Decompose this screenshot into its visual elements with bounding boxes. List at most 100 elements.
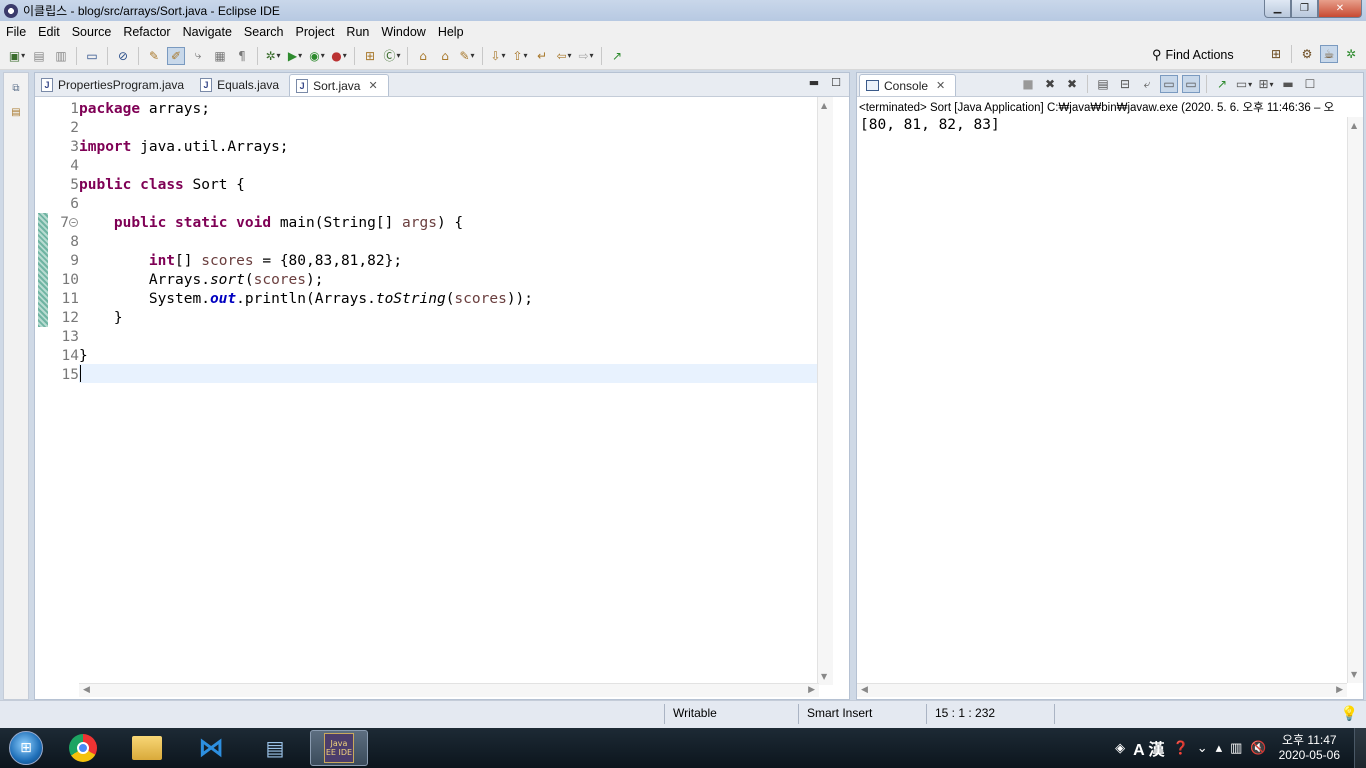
open-task-icon[interactable]: ⌂ [436, 47, 454, 65]
open-type-icon[interactable]: ⌂ [414, 47, 432, 65]
insert-mode-status[interactable]: Smart Insert [807, 706, 872, 720]
volume-muted-icon[interactable]: 🔇 [1250, 740, 1266, 756]
previous-annotation-icon[interactable]: ⇧ [511, 47, 529, 65]
last-edit-location-icon[interactable]: ↵ [533, 47, 551, 65]
tab-sort[interactable]: J Sort.java ✕ [289, 74, 389, 96]
menu-run[interactable]: Run [340, 25, 375, 39]
scroll-right-icon[interactable]: ▶ [808, 685, 815, 695]
restore-icon[interactable]: ⧉ [7, 79, 25, 97]
network-icon[interactable]: ▥ [1230, 740, 1242, 756]
clear-console-icon[interactable]: ▤ [1094, 75, 1112, 93]
code-editor[interactable]: 1 2 3 4 5 6 7 8 9 10 11 12 13 14 15 − pa… [35, 97, 819, 685]
language-bar-icon[interactable]: ◈ [1115, 740, 1125, 756]
scroll-lock-icon[interactable]: ⊟ [1116, 75, 1134, 93]
scroll-down-icon[interactable]: ▼ [1351, 670, 1357, 679]
clock[interactable]: 오후 11:47 2020-05-06 [1279, 733, 1340, 763]
console-horizontal-scrollbar[interactable]: ◀ ▶ [857, 683, 1347, 697]
save-all-icon[interactable]: ▥ [52, 47, 70, 65]
show-whitespace-icon[interactable]: ¶ [233, 47, 251, 65]
package-explorer-icon[interactable]: ▤ [7, 103, 25, 121]
tab-equals[interactable]: J Equals.java [194, 74, 289, 96]
cursor-position[interactable]: 15 : 1 : 232 [935, 706, 995, 720]
new-java-package-icon[interactable]: ⊞ [361, 47, 379, 65]
new-java-class-icon[interactable]: Ⓒ [383, 47, 401, 65]
scroll-left-icon[interactable]: ◀ [83, 685, 90, 695]
tab-console[interactable]: Console ✕ [859, 74, 957, 96]
tab-properties-program[interactable]: J PropertiesProgram.java [35, 74, 194, 96]
taskbar-file-explorer[interactable] [118, 730, 176, 766]
menu-search[interactable]: Search [238, 25, 290, 39]
remove-launch-icon[interactable]: ✖ [1041, 75, 1059, 93]
toggle-mark-occurrences-icon[interactable]: ✎ [145, 47, 163, 65]
pin-editor-icon[interactable]: ↗ [608, 47, 626, 65]
java-perspective-icon[interactable]: ☕ [1320, 45, 1338, 63]
scroll-up-icon[interactable]: ▲ [1351, 121, 1357, 130]
minimize-icon[interactable]: ▬ [809, 76, 819, 89]
menu-window[interactable]: Window [375, 25, 431, 39]
menu-navigate[interactable]: Navigate [177, 25, 238, 39]
display-console-icon[interactable]: ▭ [1235, 75, 1253, 93]
help-icon[interactable]: ❓ [1173, 740, 1189, 756]
show-on-error-icon[interactable]: ▭ [1182, 75, 1200, 93]
search-tool-icon[interactable]: ✎ [458, 47, 476, 65]
scroll-up-icon[interactable]: ▲ [821, 101, 827, 110]
remove-all-terminated-icon[interactable]: ✖ [1063, 75, 1081, 93]
maximize-button[interactable]: ❐ [1291, 0, 1318, 18]
coverage-icon[interactable]: ◉ [308, 47, 326, 65]
toggle-block-selection-icon[interactable]: ▦ [211, 47, 229, 65]
taskbar-media-app[interactable]: ▤ [246, 730, 304, 766]
show-hidden-icons-icon[interactable]: ▴ [1216, 740, 1223, 756]
save-icon[interactable]: ▤ [30, 47, 48, 65]
open-console-icon[interactable]: ⊞ [1257, 75, 1275, 93]
minimize-icon[interactable]: ▬ [1279, 75, 1297, 93]
scroll-down-icon[interactable]: ▼ [821, 672, 827, 681]
back-icon[interactable]: ⇦ [555, 47, 573, 65]
debug-perspective-icon[interactable]: ✲ [1342, 45, 1360, 63]
console-output[interactable]: [80, 81, 82, 83] [860, 117, 1000, 133]
console-vertical-scrollbar[interactable]: ▲ ▼ [1347, 117, 1363, 683]
menu-source[interactable]: Source [66, 25, 118, 39]
editor-vertical-scrollbar[interactable]: ▲ ▼ [817, 97, 833, 685]
maximize-icon[interactable]: ☐ [831, 76, 841, 89]
menu-refactor[interactable]: Refactor [117, 25, 176, 39]
close-tab-icon[interactable]: ✕ [368, 79, 377, 92]
forward-icon[interactable]: ⇨ [577, 47, 595, 65]
taskbar-eclipse[interactable]: Java EE IDE [310, 730, 368, 766]
tip-of-day-icon[interactable]: 💡 [1341, 705, 1358, 722]
tab-label: PropertiesProgram.java [58, 78, 185, 92]
ime-options-icon[interactable]: ⌄ [1197, 740, 1208, 756]
start-button[interactable]: ⊞ [4, 728, 48, 768]
menu-file[interactable]: File [0, 25, 32, 39]
terminal-icon[interactable]: ▭ [83, 47, 101, 65]
taskbar-vscode[interactable]: ⋈ [182, 730, 240, 766]
ime-indicator[interactable]: A 漢 [1133, 736, 1164, 760]
next-annotation-icon[interactable]: ⇩ [489, 47, 507, 65]
close-button[interactable]: ✕ [1318, 0, 1362, 18]
collapse-icon[interactable]: − [69, 218, 78, 227]
new-icon[interactable]: ▣ [8, 47, 26, 65]
show-desktop-button[interactable] [1354, 728, 1366, 768]
find-actions[interactable]: ⚲ Find Actions [1152, 47, 1234, 63]
open-perspective-icon[interactable]: ⊞ [1267, 45, 1285, 63]
terminate-icon[interactable]: ■ [1019, 75, 1037, 93]
close-tab-icon[interactable]: ✕ [936, 79, 945, 92]
debug-icon[interactable]: ✲ [264, 47, 282, 65]
show-on-output-icon[interactable]: ▭ [1160, 75, 1178, 93]
pin-console-icon[interactable]: ↗ [1213, 75, 1231, 93]
editor-horizontal-scrollbar[interactable]: ◀ ▶ [79, 683, 819, 697]
minimize-button[interactable]: ▁ [1264, 0, 1291, 18]
scroll-right-icon[interactable]: ▶ [1336, 685, 1343, 695]
taskbar-chrome[interactable] [54, 730, 112, 766]
toggle-word-wrap-icon[interactable]: ⤷ [189, 47, 207, 65]
menu-help[interactable]: Help [432, 25, 470, 39]
word-wrap-icon[interactable]: ⤶ [1138, 75, 1156, 93]
maximize-icon[interactable]: ☐ [1301, 75, 1319, 93]
scroll-left-icon[interactable]: ◀ [861, 685, 868, 695]
java-ee-perspective-icon[interactable]: ⚙ [1298, 45, 1316, 63]
toggle-highlight-icon[interactable]: ✐ [167, 46, 185, 65]
menu-edit[interactable]: Edit [32, 25, 66, 39]
skip-breakpoints-icon[interactable]: ⊘ [114, 47, 132, 65]
external-tools-icon[interactable]: ● [330, 47, 348, 65]
menu-project[interactable]: Project [290, 25, 341, 39]
run-icon[interactable]: ▶ [286, 47, 304, 65]
